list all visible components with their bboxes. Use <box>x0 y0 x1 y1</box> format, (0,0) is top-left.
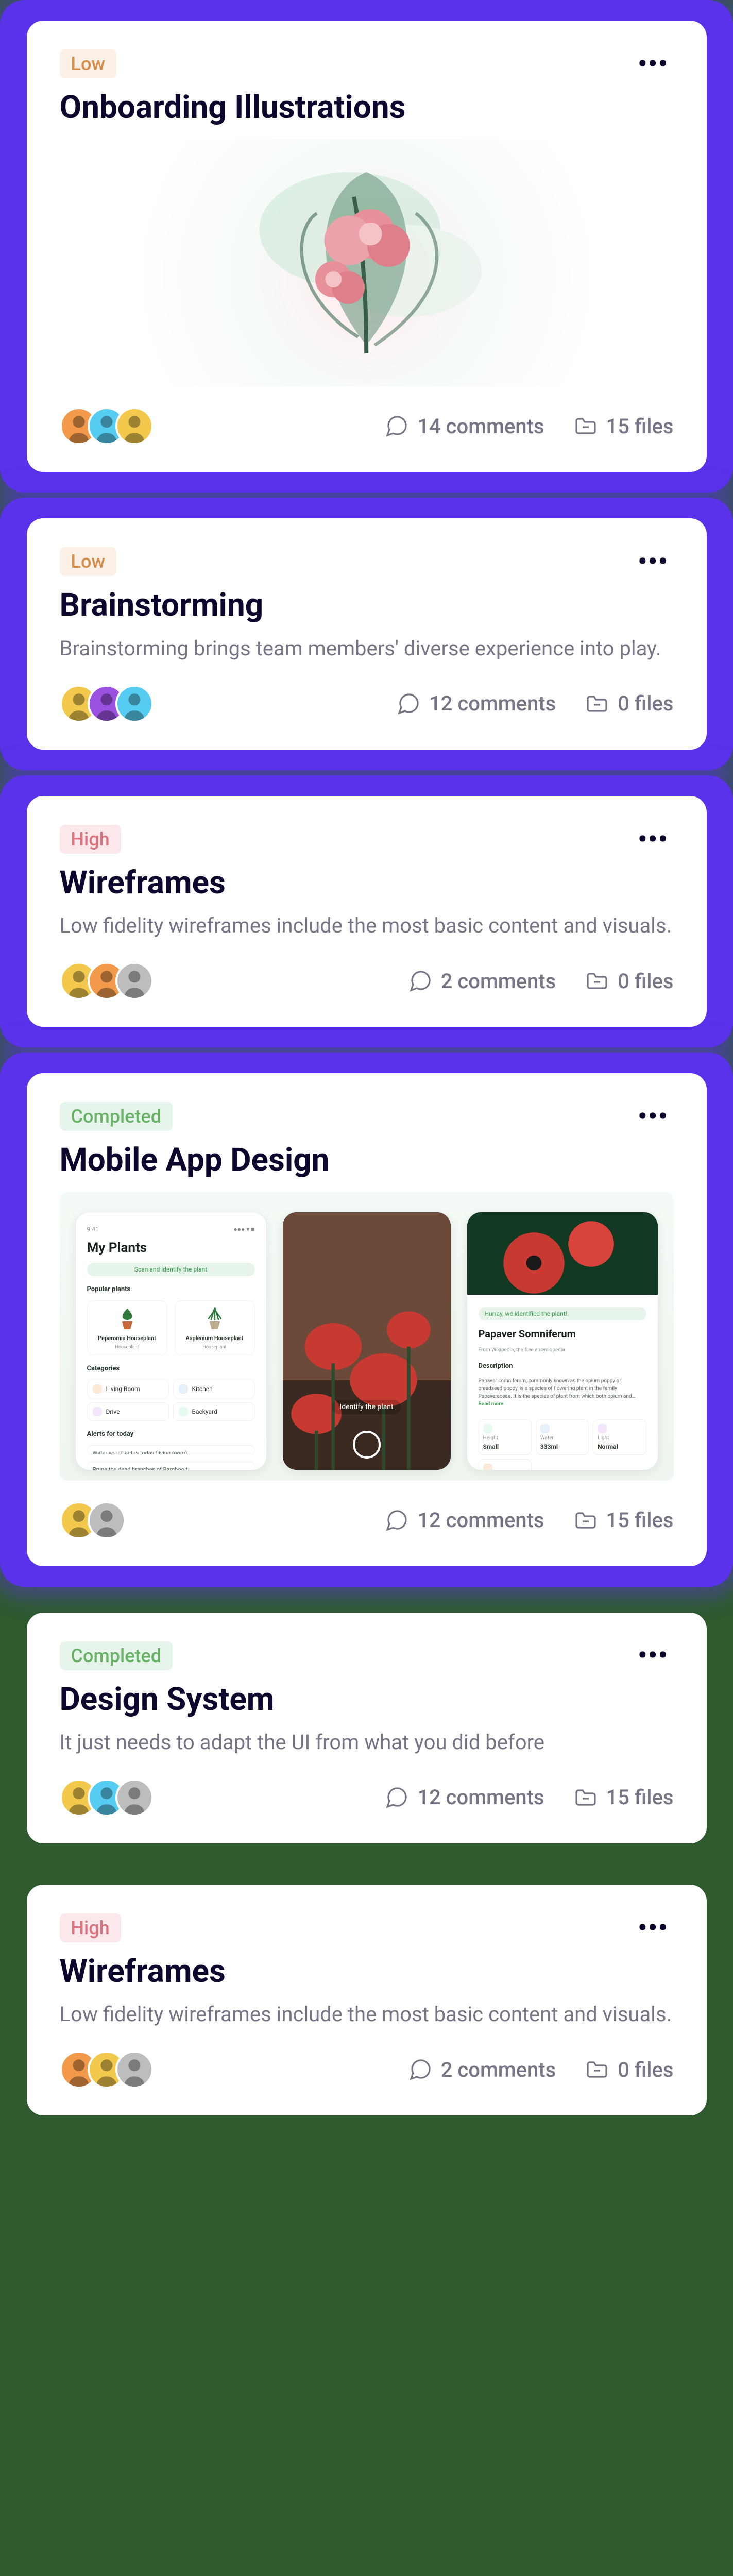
task-card[interactable]: Low ••• Onboarding Illustrations <box>27 21 707 472</box>
card-title: Mobile App Design <box>60 1141 674 1179</box>
avatar[interactable] <box>115 685 154 723</box>
task-card[interactable]: Low ••• Brainstorming Brainstorming brin… <box>27 518 707 749</box>
card-title: Wireframes <box>60 1953 674 1991</box>
folder-icon <box>573 414 598 438</box>
flower-illustration-icon <box>151 139 581 386</box>
folder-icon <box>585 2057 609 2082</box>
files-count[interactable]: 0 files <box>585 969 673 993</box>
comment-icon <box>396 691 421 716</box>
scan-banner: Scan and identify the plant <box>87 1263 255 1276</box>
priority-badge: Completed <box>60 1641 173 1670</box>
priority-badge: Low <box>60 547 117 576</box>
avatar[interactable] <box>115 407 154 445</box>
comments-count[interactable]: 2 comments <box>408 969 556 993</box>
folder-icon <box>585 969 609 993</box>
comments-count[interactable]: 12 comments <box>384 1785 544 1810</box>
card-description: Low fidelity wireframes include the most… <box>60 910 674 941</box>
card-illustration: 9:41●●● ▾ ■ My Plants Scan and identify … <box>60 1192 674 1481</box>
more-icon[interactable]: ••• <box>633 1108 673 1125</box>
files-count[interactable]: 15 files <box>573 1785 674 1810</box>
priority-badge: High <box>60 1913 121 1942</box>
identified-banner: Hurray, we identified the plant! <box>479 1307 646 1320</box>
task-card[interactable]: Completed ••• Mobile App Design 9:41●●● … <box>27 1073 707 1566</box>
task-card[interactable]: High ••• Wireframes Low fidelity wirefra… <box>27 796 707 1027</box>
card-title: Wireframes <box>60 864 674 902</box>
card-description: Brainstorming brings team members' diver… <box>60 633 674 664</box>
assignee-avatars[interactable] <box>60 685 154 723</box>
folder-icon <box>573 1785 598 1810</box>
card-title: Design System <box>60 1681 674 1719</box>
assignee-avatars[interactable] <box>60 1778 154 1817</box>
more-icon[interactable]: ••• <box>633 55 673 73</box>
assignee-avatars[interactable] <box>60 1501 126 1539</box>
comment-icon <box>408 2057 433 2082</box>
folder-icon <box>585 691 609 716</box>
card-description: Low fidelity wireframes include the most… <box>60 1999 674 2030</box>
files-count[interactable]: 15 files <box>573 1508 674 1533</box>
task-card[interactable]: High ••• Wireframes Low fidelity wirefra… <box>27 1885 707 2115</box>
avatar[interactable] <box>115 962 154 1000</box>
mock-screen-plants: 9:41●●● ▾ ■ My Plants Scan and identify … <box>75 1212 267 1470</box>
files-count[interactable]: 0 files <box>585 2057 673 2082</box>
priority-badge: High <box>60 825 121 854</box>
avatar[interactable] <box>115 2050 154 2089</box>
assignee-avatars[interactable] <box>60 962 154 1000</box>
comments-count[interactable]: 14 comments <box>384 414 544 438</box>
comments-count[interactable]: 12 comments <box>396 691 556 716</box>
avatar[interactable] <box>115 1778 154 1817</box>
more-icon[interactable]: ••• <box>633 1647 673 1664</box>
more-icon[interactable]: ••• <box>633 831 673 848</box>
shutter-icon <box>353 1431 381 1459</box>
card-description: It just needs to adapt the UI from what … <box>60 1727 674 1758</box>
files-count[interactable]: 0 files <box>585 691 673 716</box>
more-icon[interactable]: ••• <box>633 1919 673 1937</box>
card-title: Brainstorming <box>60 586 674 624</box>
comments-count[interactable]: 12 comments <box>384 1508 544 1533</box>
assignee-avatars[interactable] <box>60 407 154 445</box>
mock-screen-camera: Identify the plant <box>282 1212 451 1470</box>
comments-count[interactable]: 2 comments <box>408 2057 556 2082</box>
more-icon[interactable]: ••• <box>633 553 673 570</box>
task-card[interactable]: Completed ••• Design System It just need… <box>27 1613 707 1843</box>
priority-badge: Completed <box>60 1102 173 1131</box>
folder-icon <box>573 1508 598 1533</box>
priority-badge: Low <box>60 49 117 78</box>
comment-icon <box>384 1785 409 1810</box>
comment-icon <box>384 1508 409 1533</box>
assignee-avatars[interactable] <box>60 2050 154 2089</box>
files-count[interactable]: 15 files <box>573 414 674 438</box>
card-illustration <box>60 139 674 386</box>
mock-screen-detail: Hurray, we identified the plant! Papaver… <box>467 1212 658 1470</box>
avatar[interactable] <box>88 1501 126 1539</box>
card-title: Onboarding Illustrations <box>60 89 674 127</box>
comment-icon <box>384 414 409 438</box>
comment-icon <box>408 969 433 993</box>
